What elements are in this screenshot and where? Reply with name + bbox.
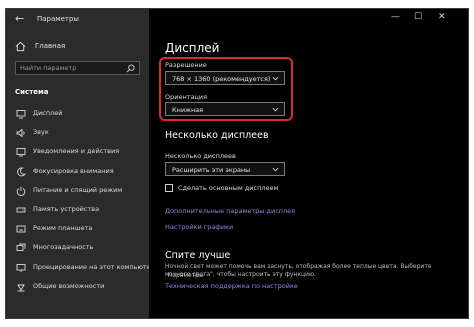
sidebar-item-label: Проецирование на этот компьютер (33, 262, 155, 271)
resolution-dropdown[interactable]: 768 × 1360 (рекомендуется) (165, 71, 285, 85)
multi-display-value: Расширить эти экраны (172, 165, 251, 174)
sidebar-item-projecting[interactable]: Проецирование на этот компьютер (6, 259, 155, 278)
sidebar-item-home[interactable]: Главная (6, 40, 149, 54)
minimize-button[interactable]: — (391, 12, 400, 22)
moon-icon (17, 167, 26, 176)
title-bar: ← Параметры (6, 9, 149, 31)
sleep-description-line-2: ночного света", чтобы настроить эту функ… (165, 271, 316, 278)
project-icon (16, 263, 26, 272)
back-arrow-icon[interactable]: ← (15, 12, 24, 25)
sidebar-item-power[interactable]: Питание и спящий режим (6, 182, 149, 201)
orientation-dropdown[interactable]: Книжная (165, 102, 285, 116)
notification-icon (16, 148, 26, 157)
section-title: Система (15, 88, 49, 96)
resolution-value: 768 × 1360 (рекомендуется) (172, 74, 271, 83)
multitask-icon (16, 243, 26, 252)
sidebar-item-label: Уведомления и действия (33, 147, 120, 156)
close-button[interactable]: ✕ (438, 12, 446, 22)
sidebar-item-label: Звук (33, 128, 49, 137)
sidebar-item-focus[interactable]: Фокусировка внимания (6, 163, 149, 182)
sidebar-item-label: Питание и спящий режим (33, 185, 123, 194)
orientation-value: Книжная (172, 105, 204, 114)
sidebar-item-label: Дисплей (33, 109, 63, 117)
search-input[interactable]: Найти параметр (15, 61, 140, 75)
sidebar-item-display[interactable]: Дисплей (6, 105, 149, 124)
search-icon (126, 64, 135, 73)
sidebar-item-label: Фокусировка внимания (33, 166, 114, 175)
storage-icon (16, 207, 26, 213)
advanced-display-link[interactable]: Дополнительные параметры дисплея (165, 207, 295, 215)
resolution-label: Разрешение (165, 61, 207, 69)
multi-display-dropdown[interactable]: Расширить эти экраны (165, 162, 285, 176)
app-title: Параметры (37, 15, 79, 23)
sidebar-item-label: Общие возможности (33, 281, 105, 290)
power-icon (16, 186, 26, 196)
sidebar-item-sound[interactable]: Звук (6, 124, 149, 143)
monitor-icon (16, 110, 26, 119)
sidebar-item-tablet[interactable]: Режим планшета (6, 220, 149, 239)
search-placeholder: Найти параметр (20, 64, 77, 72)
sidebar-item-shared[interactable]: Общие возможности (6, 278, 149, 297)
chevron-down-icon (272, 76, 279, 81)
sidebar-item-label: Режим планшета (33, 224, 93, 233)
sidebar-item-label: Многозадачность (33, 243, 94, 252)
chevron-down-icon (272, 107, 279, 112)
home-icon (15, 41, 26, 52)
graphics-settings-link[interactable]: Настройки графики (165, 223, 233, 231)
tablet-icon (16, 225, 26, 233)
page-title: Дисплей (165, 41, 220, 55)
maximize-button[interactable]: ☐ (414, 12, 422, 22)
multi-display-label: Несколько дисплеев (165, 152, 236, 160)
main-panel: — ☐ ✕ Дисплей Разрешение 768 × 1360 (рек… (149, 9, 468, 318)
chevron-down-icon (272, 167, 279, 172)
sleep-heading: Спите лучше (165, 250, 231, 261)
main-display-checkbox[interactable] (165, 184, 173, 192)
sidebar: ← Параметры Главная Найти параметр Систе… (6, 9, 155, 318)
multi-display-heading: Несколько дисплеев (165, 130, 269, 141)
sidebar-item-label: Память устройства (33, 204, 100, 213)
sidebar-nav: Дисплей Звук Уведомления и действия Фоку… (6, 105, 155, 297)
settings-window: ← Параметры Главная Найти параметр Систе… (5, 8, 469, 319)
sidebar-item-notifications[interactable]: Уведомления и действия (6, 143, 149, 162)
sidebar-item-multitasking[interactable]: Многозадачность (6, 239, 149, 258)
sidebar-item-label: Главная (35, 42, 66, 50)
speaker-icon (16, 128, 25, 138)
main-display-checkbox-label: Сделать основным дисплеем (178, 184, 279, 192)
sidebar-item-storage[interactable]: Память устройства (6, 201, 149, 220)
orientation-label: Ориентация (165, 93, 208, 101)
support-link[interactable]: Техническая поддержка по настройке (165, 282, 298, 290)
share-icon (17, 284, 25, 292)
